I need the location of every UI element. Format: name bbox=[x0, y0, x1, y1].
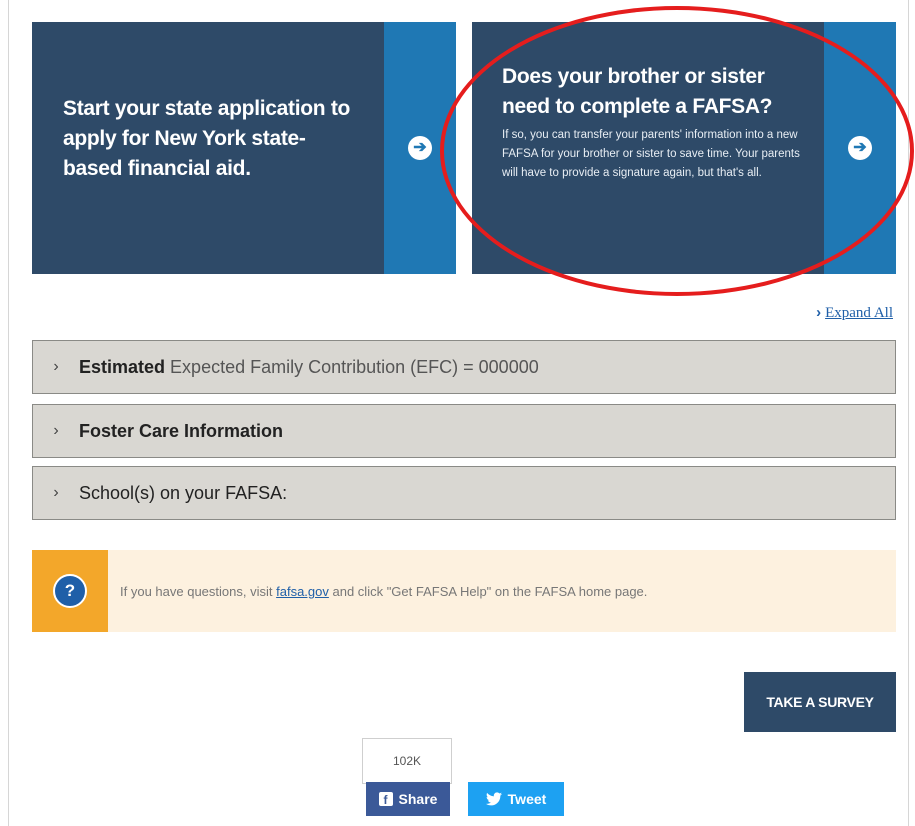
accordion-efc-rest: Expected Family Contribution (EFC) = 000… bbox=[170, 356, 539, 377]
accordion-schools[interactable]: › School(s) on your FAFSA: bbox=[32, 466, 896, 520]
help-text: If you have questions, visit fafsa.gov a… bbox=[120, 584, 647, 599]
sibling-fafsa-title: Does your brother or sister need to comp… bbox=[502, 65, 773, 118]
expand-all-label: Expand All bbox=[825, 305, 893, 321]
share-count: 102K bbox=[362, 738, 452, 784]
help-banner: ? If you have questions, visit fafsa.gov… bbox=[32, 550, 896, 632]
take-survey-button[interactable]: TAKE A SURVEY bbox=[744, 672, 896, 732]
help-text-suffix: and click "Get FAFSA Help" on the FAFSA … bbox=[332, 584, 648, 599]
tweet-label: Tweet bbox=[507, 791, 547, 807]
sibling-fafsa-body: If so, you can transfer your parents' in… bbox=[502, 129, 800, 179]
state-application-arrow-strip[interactable]: ➔ bbox=[384, 22, 456, 274]
facebook-share-button[interactable]: f Share bbox=[366, 782, 450, 816]
question-circle-icon: ? bbox=[53, 574, 87, 608]
sibling-fafsa-card[interactable]: Does your brother or sister need to comp… bbox=[472, 22, 896, 274]
accordion-foster-care-label: Foster Care Information bbox=[79, 420, 284, 441]
state-application-title: Start your state application to apply fo… bbox=[63, 97, 351, 180]
help-text-prefix: If you have questions, visit bbox=[120, 584, 273, 599]
chevron-right-icon: › bbox=[816, 304, 822, 321]
accordion-foster-care[interactable]: › Foster Care Information bbox=[32, 404, 896, 458]
tweet-button[interactable]: Tweet bbox=[468, 782, 564, 816]
help-icon-box: ? bbox=[32, 550, 108, 632]
accordion-schools-label: School(s) on your FAFSA: bbox=[79, 482, 288, 503]
expand-all-link[interactable]: › Expand All bbox=[816, 304, 893, 322]
fafsa-gov-link[interactable]: fafsa.gov bbox=[276, 584, 329, 599]
arrow-right-circle-icon: ➔ bbox=[408, 136, 432, 160]
accordion-efc-bold: Estimated bbox=[79, 356, 166, 377]
twitter-icon bbox=[485, 792, 502, 806]
accordion-efc-label: Estimated Expected Family Contribution (… bbox=[79, 357, 539, 378]
state-application-card[interactable]: Start your state application to apply fo… bbox=[32, 22, 456, 274]
arrow-right-circle-icon: ➔ bbox=[848, 136, 872, 160]
accordion-efc[interactable]: › Estimated Expected Family Contribution… bbox=[32, 340, 896, 394]
share-label: Share bbox=[398, 791, 438, 807]
chevron-right-icon: › bbox=[53, 358, 59, 375]
chevron-right-icon: › bbox=[53, 422, 59, 439]
facebook-icon: f bbox=[378, 792, 393, 806]
chevron-right-icon: › bbox=[53, 484, 59, 501]
sibling-fafsa-arrow-strip[interactable]: ➔ bbox=[824, 22, 896, 274]
